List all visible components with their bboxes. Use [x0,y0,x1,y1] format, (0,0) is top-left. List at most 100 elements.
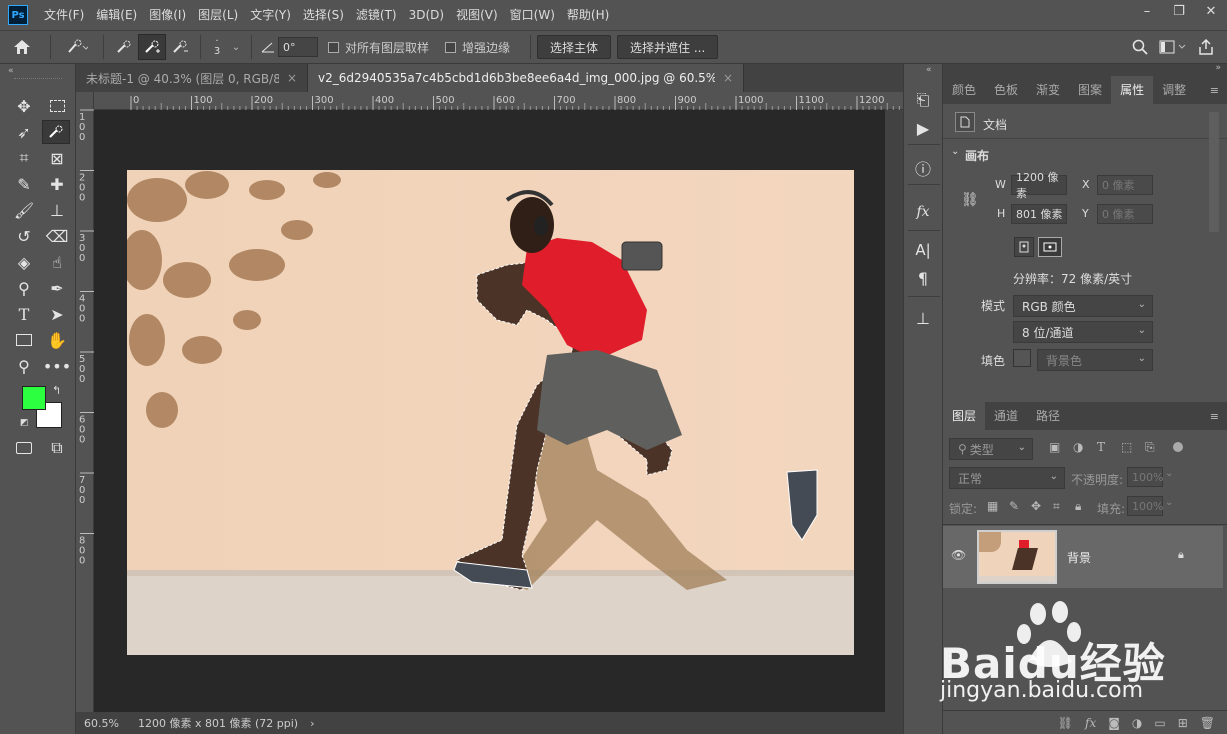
menu-window[interactable]: 窗口(W) [504,0,561,30]
panel-menu-icon[interactable]: ≡ [1210,410,1219,423]
character-icon[interactable]: A| [910,238,936,262]
vertical-scrollbar[interactable] [885,110,903,712]
collapse-arrows-icon[interactable]: « [8,66,14,76]
tab-img-000[interactable]: v2_6d2940535a7c4b5cbd1d6b3be8ee6a4d_img_… [308,64,744,92]
menu-view[interactable]: 视图(V) [450,0,504,30]
angle-input[interactable]: 0° [278,37,318,57]
filter-shape-icon[interactable]: ⬚ [1121,440,1132,454]
expand-arrows-icon[interactable]: » [1215,63,1221,73]
filter-smart-object-icon[interactable]: ⎘ [1145,440,1155,455]
tab-gradients[interactable]: 渐变 [1027,76,1069,104]
layer-style-fx-icon[interactable]: fx [1085,716,1096,730]
more-tools-icon[interactable]: ••• [43,354,71,378]
smudge-tool-icon[interactable]: ☝ [44,250,70,274]
menu-3d[interactable]: 3D(D) [403,0,450,30]
document-image[interactable] [127,170,854,655]
width-input[interactable]: 1200 像素 [1011,171,1067,200]
menu-file[interactable]: 文件(F) [38,0,90,30]
lasso-tool-icon[interactable]: ➶ [11,120,37,144]
link-layers-icon[interactable]: ⛓ [1058,716,1073,730]
tab-patterns[interactable]: 图案 [1069,76,1111,104]
tab-swatches[interactable]: 色板 [985,76,1027,104]
dodge-tool-icon[interactable]: ⚲ [11,276,37,300]
stamp-tool-icon[interactable]: ⊥ [44,198,70,222]
restore-button[interactable]: ❐ [1163,0,1195,22]
type-tool-icon[interactable]: T [11,302,37,326]
tab-properties[interactable]: 属性 [1111,76,1154,104]
add-to-selection-icon[interactable] [138,34,166,60]
fill-opacity-input[interactable]: 100% [1127,496,1163,516]
link-chain-icon[interactable]: ⛓ [961,192,979,208]
eraser-tool-icon[interactable]: ⌫ [44,224,70,248]
lock-all-icon[interactable]: 🔒︎ [1075,499,1081,514]
chevron-down-icon[interactable]: ⌄ [1165,497,1173,508]
move-tool-icon[interactable]: ✥ [11,94,37,118]
rectangle-tool-icon[interactable] [11,328,37,352]
quick-selection-tool-icon[interactable] [42,120,70,144]
layer-name[interactable]: 背景 [1067,549,1091,566]
lock-image-icon[interactable]: ✎ [1009,499,1019,513]
chevron-down-icon[interactable]: ⌄ [951,146,959,157]
quick-select-preset-icon[interactable] [57,34,97,60]
select-and-mask-button[interactable]: 选择并遮住 ... [617,35,719,59]
screen-mode-icon[interactable]: ⧉ [44,436,70,460]
healing-brush-icon[interactable]: ✚ [44,172,70,196]
tab-paths[interactable]: 路径 [1027,402,1069,430]
styles-fx-icon[interactable]: fx [910,200,936,224]
hand-tool-icon[interactable]: ✋ [44,328,70,352]
properties-scrollbar[interactable] [1209,112,1219,232]
new-selection-icon[interactable] [110,34,138,60]
sample-all-layers-checkbox[interactable] [328,41,339,53]
adjustment-layer-icon[interactable]: ◑ [1132,716,1142,730]
zoom-tool-icon[interactable]: ⚲ [11,354,37,378]
delete-layer-icon[interactable]: 🗑︎ [1200,716,1215,730]
filter-type-icon[interactable]: T [1097,440,1105,454]
enhance-edge-checkbox[interactable] [445,41,457,53]
menu-image[interactable]: 图像(I) [143,0,192,30]
swap-colors-icon[interactable]: ↰ [52,384,61,397]
history-icon[interactable]: ⎗ [910,88,936,112]
panel-menu-icon[interactable]: ≡ [1210,84,1219,97]
lock-transparent-icon[interactable]: ▦ [987,499,998,513]
y-input[interactable]: 0 像素 [1097,204,1153,224]
crop-tool-icon[interactable]: ⌗ [11,146,37,170]
fill-color-swatch[interactable] [1013,349,1031,367]
height-input[interactable]: 801 像素 [1011,204,1067,224]
clone-source-icon[interactable]: ⊥ [910,306,936,330]
close-window-button[interactable]: ✕ [1195,0,1227,22]
color-mode-select[interactable]: RGB 颜色 ⌄ [1013,295,1153,317]
close-tab-icon[interactable]: × [723,71,733,85]
fill-select[interactable]: 背景色 ⌄ [1037,349,1153,371]
history-brush-icon[interactable]: ↺ [11,224,37,248]
menu-type[interactable]: 文字(Y) [244,0,297,30]
landscape-orientation-icon[interactable] [1038,237,1062,257]
brush-tool-icon[interactable]: 🖌 [11,198,37,222]
filter-adjustment-icon[interactable]: ◑ [1073,440,1083,454]
actions-play-icon[interactable]: ▶ [910,116,936,140]
lock-position-icon[interactable]: ✥ [1031,499,1041,513]
zoom-level[interactable]: 60.5% [76,717,128,730]
tab-untitled-1[interactable]: 未标题-1 @ 40.3% (图层 0, RGB/8#) * × [76,64,308,92]
lock-artboard-icon[interactable]: ⌗ [1053,499,1060,514]
menu-help[interactable]: 帮助(H) [561,0,615,30]
frame-tool-icon[interactable]: ⊠ [44,146,70,170]
workspace-icon[interactable] [1153,34,1193,60]
new-group-icon[interactable]: ▭ [1154,716,1165,730]
close-tab-icon[interactable]: × [287,71,297,85]
filter-pixel-icon[interactable]: ▣ [1049,440,1060,454]
new-layer-icon[interactable]: ⊞ [1178,716,1188,730]
menu-layer[interactable]: 图层(L) [192,0,244,30]
menu-select[interactable]: 选择(S) [297,0,350,30]
subtract-from-selection-icon[interactable] [166,34,194,60]
home-icon[interactable] [0,34,44,60]
tab-adjustments[interactable]: 调整 [1153,76,1195,104]
chevron-down-icon[interactable]: ⌄ [227,34,245,60]
paragraph-icon[interactable]: ¶ [910,266,936,290]
info-icon[interactable]: ⓘ [910,156,936,180]
foreground-color-swatch[interactable] [22,386,46,410]
share-icon[interactable] [1193,34,1219,60]
menu-filter[interactable]: 滤镜(T) [350,0,403,30]
tab-layers[interactable]: 图层 [943,402,986,430]
x-input[interactable]: 0 像素 [1097,175,1153,195]
eyedropper-tool-icon[interactable]: ✎ [11,172,37,196]
